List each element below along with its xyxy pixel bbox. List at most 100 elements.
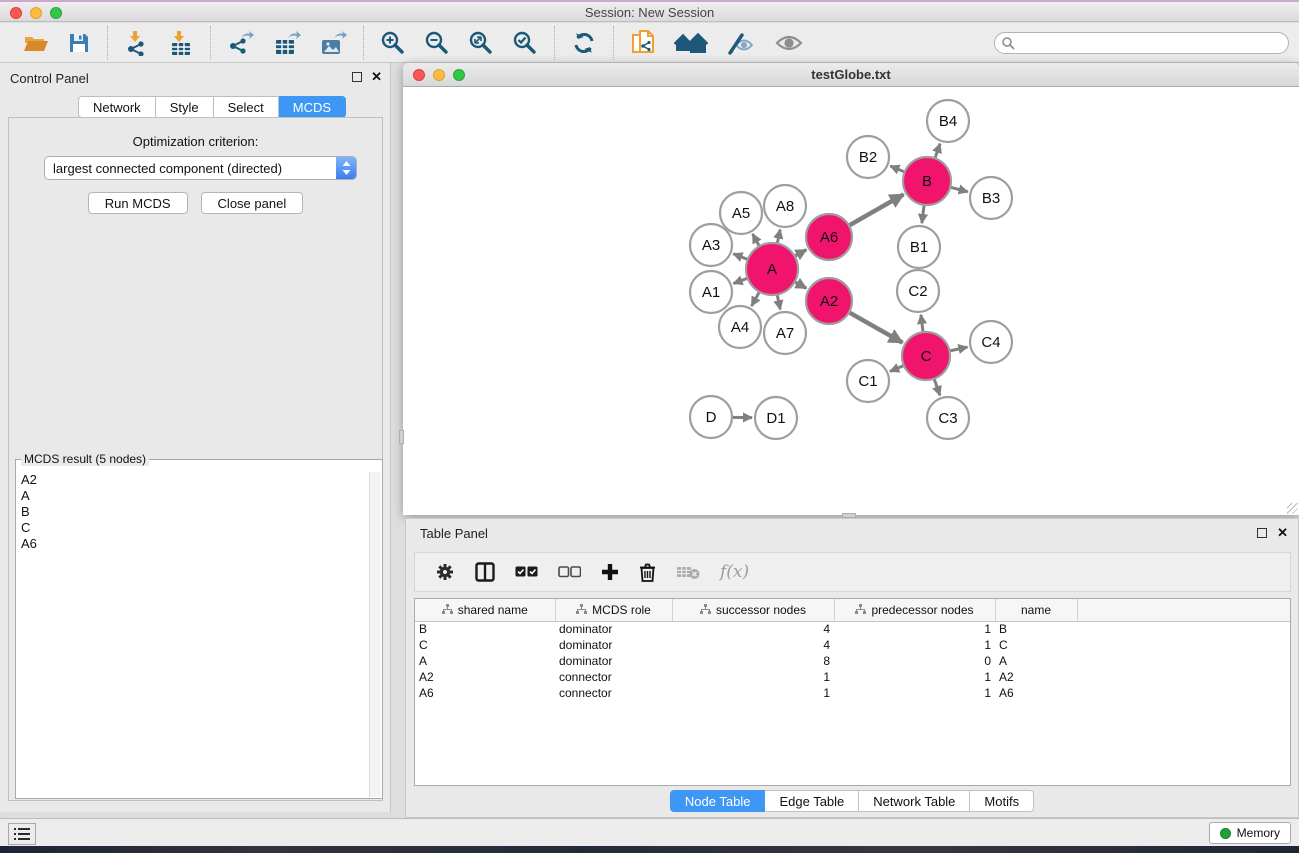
edge-A-A5[interactable] xyxy=(753,234,759,245)
mcds-result-item[interactable]: A2 xyxy=(21,472,368,488)
mcds-result-item[interactable]: C xyxy=(21,520,368,536)
show-column-button[interactable] xyxy=(465,556,505,588)
graph-node-B2[interactable]: B2 xyxy=(847,136,889,178)
edge-A-A4[interactable] xyxy=(752,293,759,306)
graph-node-B[interactable]: B xyxy=(903,157,951,205)
edge-A-A8[interactable] xyxy=(777,230,780,243)
tab-style[interactable]: Style xyxy=(156,96,214,118)
mcds-result-item[interactable]: A xyxy=(21,488,368,504)
edge-B-B3[interactable] xyxy=(951,187,968,191)
graph-node-A7[interactable]: A7 xyxy=(764,312,806,354)
graph-node-C[interactable]: C xyxy=(902,332,950,380)
refresh-button[interactable] xyxy=(562,27,606,59)
close-panel-button[interactable]: Close panel xyxy=(201,192,304,214)
network-window-titlebar[interactable]: testGlobe.txt xyxy=(403,63,1299,87)
deselect-all-button[interactable] xyxy=(548,556,591,588)
tab-motifs[interactable]: Motifs xyxy=(970,790,1034,812)
table-row[interactable]: A2connector11A2 xyxy=(415,669,1290,685)
graph-node-A6[interactable]: A6 xyxy=(806,214,852,260)
graph-node-A1[interactable]: A1 xyxy=(690,271,732,313)
tab-node-table[interactable]: Node Table xyxy=(670,790,766,812)
float-panel-icon[interactable] xyxy=(352,72,362,82)
graph-node-A8[interactable]: A8 xyxy=(764,185,806,227)
graph-node-A[interactable]: A xyxy=(746,243,798,295)
close-table-panel-icon[interactable]: ✕ xyxy=(1277,527,1288,539)
delete-row-button[interactable] xyxy=(629,556,666,588)
edge-A-A6[interactable] xyxy=(796,250,807,256)
save-session-button[interactable] xyxy=(58,27,100,59)
edge-A6-B[interactable] xyxy=(850,194,904,225)
table-row[interactable]: A6connector11A6 xyxy=(415,685,1290,701)
edge-C-C4[interactable] xyxy=(950,347,967,351)
graph-node-C3[interactable]: C3 xyxy=(927,397,969,439)
edge-B-B2[interactable] xyxy=(890,166,904,172)
graph-node-D[interactable]: D xyxy=(690,396,732,438)
tab-edge-table[interactable]: Edge Table xyxy=(765,790,859,812)
network-graph[interactable]: A A1 A2 A3 A4 A5 A6 A7 A8 B B1 B2 B3B4 C C1 C2 C3C4 D D1 xyxy=(404,87,1298,514)
edge-B-B4[interactable] xyxy=(935,144,940,158)
graph-node-D1[interactable]: D1 xyxy=(755,397,797,439)
edge-A-A1[interactable] xyxy=(733,279,746,284)
select-all-button[interactable] xyxy=(505,556,548,588)
table-options-button[interactable] xyxy=(425,556,465,588)
column-header-predecessor-nodes[interactable]: predecessor nodes xyxy=(834,599,995,621)
graph-node-A4[interactable]: A4 xyxy=(719,306,761,348)
show-all-button[interactable] xyxy=(765,27,813,59)
graph-node-C2[interactable]: C2 xyxy=(897,270,939,312)
graph-node-A3[interactable]: A3 xyxy=(690,224,732,266)
optimization-criterion-select[interactable]: largest connected component (directed) xyxy=(44,156,357,180)
mcds-result-item[interactable]: A6 xyxy=(21,536,368,552)
task-history-button[interactable] xyxy=(8,823,36,845)
open-file-button[interactable] xyxy=(14,27,58,59)
edge-A-A2[interactable] xyxy=(796,282,807,288)
column-header-mcds-role[interactable]: MCDS role xyxy=(555,599,672,621)
tab-mcds[interactable]: MCDS xyxy=(279,96,346,118)
add-row-button[interactable] xyxy=(591,556,629,588)
network-canvas[interactable]: A A1 A2 A3 A4 A5 A6 A7 A8 B B1 B2 B3B4 C C1 C2 C3C4 D D1 xyxy=(404,87,1298,514)
graph-node-A2[interactable]: A2 xyxy=(806,278,852,324)
float-table-panel-icon[interactable] xyxy=(1257,528,1267,538)
edge-A-A3[interactable] xyxy=(733,254,747,259)
table-row[interactable]: Cdominator41C xyxy=(415,637,1290,653)
zoom-fit-button[interactable] xyxy=(459,27,503,59)
first-neighbors-button[interactable] xyxy=(665,27,717,59)
column-header-successor-nodes[interactable]: successor nodes xyxy=(672,599,834,621)
graph-node-C1[interactable]: C1 xyxy=(847,360,889,402)
zoom-out-button[interactable] xyxy=(415,27,459,59)
graph-node-C4[interactable]: C4 xyxy=(970,321,1012,363)
import-network-button[interactable] xyxy=(115,27,159,59)
graph-node-B4[interactable]: B4 xyxy=(927,100,969,142)
tab-network[interactable]: Network xyxy=(78,96,156,118)
graph-node-B3[interactable]: B3 xyxy=(970,177,1012,219)
run-mcds-button[interactable]: Run MCDS xyxy=(88,192,188,214)
hide-selected-button[interactable] xyxy=(717,27,765,59)
export-image-button[interactable] xyxy=(310,27,356,59)
export-table-button[interactable] xyxy=(264,27,310,59)
column-header-shared-name[interactable]: shared name xyxy=(415,599,555,621)
edge-A-A7[interactable] xyxy=(777,295,780,309)
tab-select[interactable]: Select xyxy=(214,96,279,118)
import-table-button[interactable] xyxy=(159,27,203,59)
mcds-result-item[interactable]: B xyxy=(21,504,368,520)
memory-button[interactable]: Memory xyxy=(1209,822,1291,844)
zoom-selected-button[interactable] xyxy=(503,27,547,59)
column-header-name[interactable]: name xyxy=(995,599,1077,621)
clone-network-button[interactable] xyxy=(621,27,665,59)
edge-C-C3[interactable] xyxy=(934,380,940,396)
table-row[interactable]: Adominator80A xyxy=(415,653,1290,669)
function-builder-button[interactable]: f(x) xyxy=(710,556,759,588)
edge-C-C2[interactable] xyxy=(921,315,923,331)
graph-node-A5[interactable]: A5 xyxy=(720,192,762,234)
zoom-in-button[interactable] xyxy=(371,27,415,59)
resize-grip-icon[interactable] xyxy=(1287,503,1298,514)
tab-network-table[interactable]: Network Table xyxy=(859,790,970,812)
edge-A2-C[interactable] xyxy=(850,313,903,343)
edge-B-B1[interactable] xyxy=(922,206,924,223)
result-scrollbar[interactable] xyxy=(369,472,381,797)
close-panel-icon[interactable]: ✕ xyxy=(371,71,382,83)
table-row[interactable]: Bdominator41B xyxy=(415,621,1290,637)
export-network-button[interactable] xyxy=(218,27,264,59)
search-input[interactable] xyxy=(1015,34,1288,52)
graph-node-B1[interactable]: B1 xyxy=(898,226,940,268)
vertical-splitter-handle[interactable] xyxy=(399,430,404,444)
